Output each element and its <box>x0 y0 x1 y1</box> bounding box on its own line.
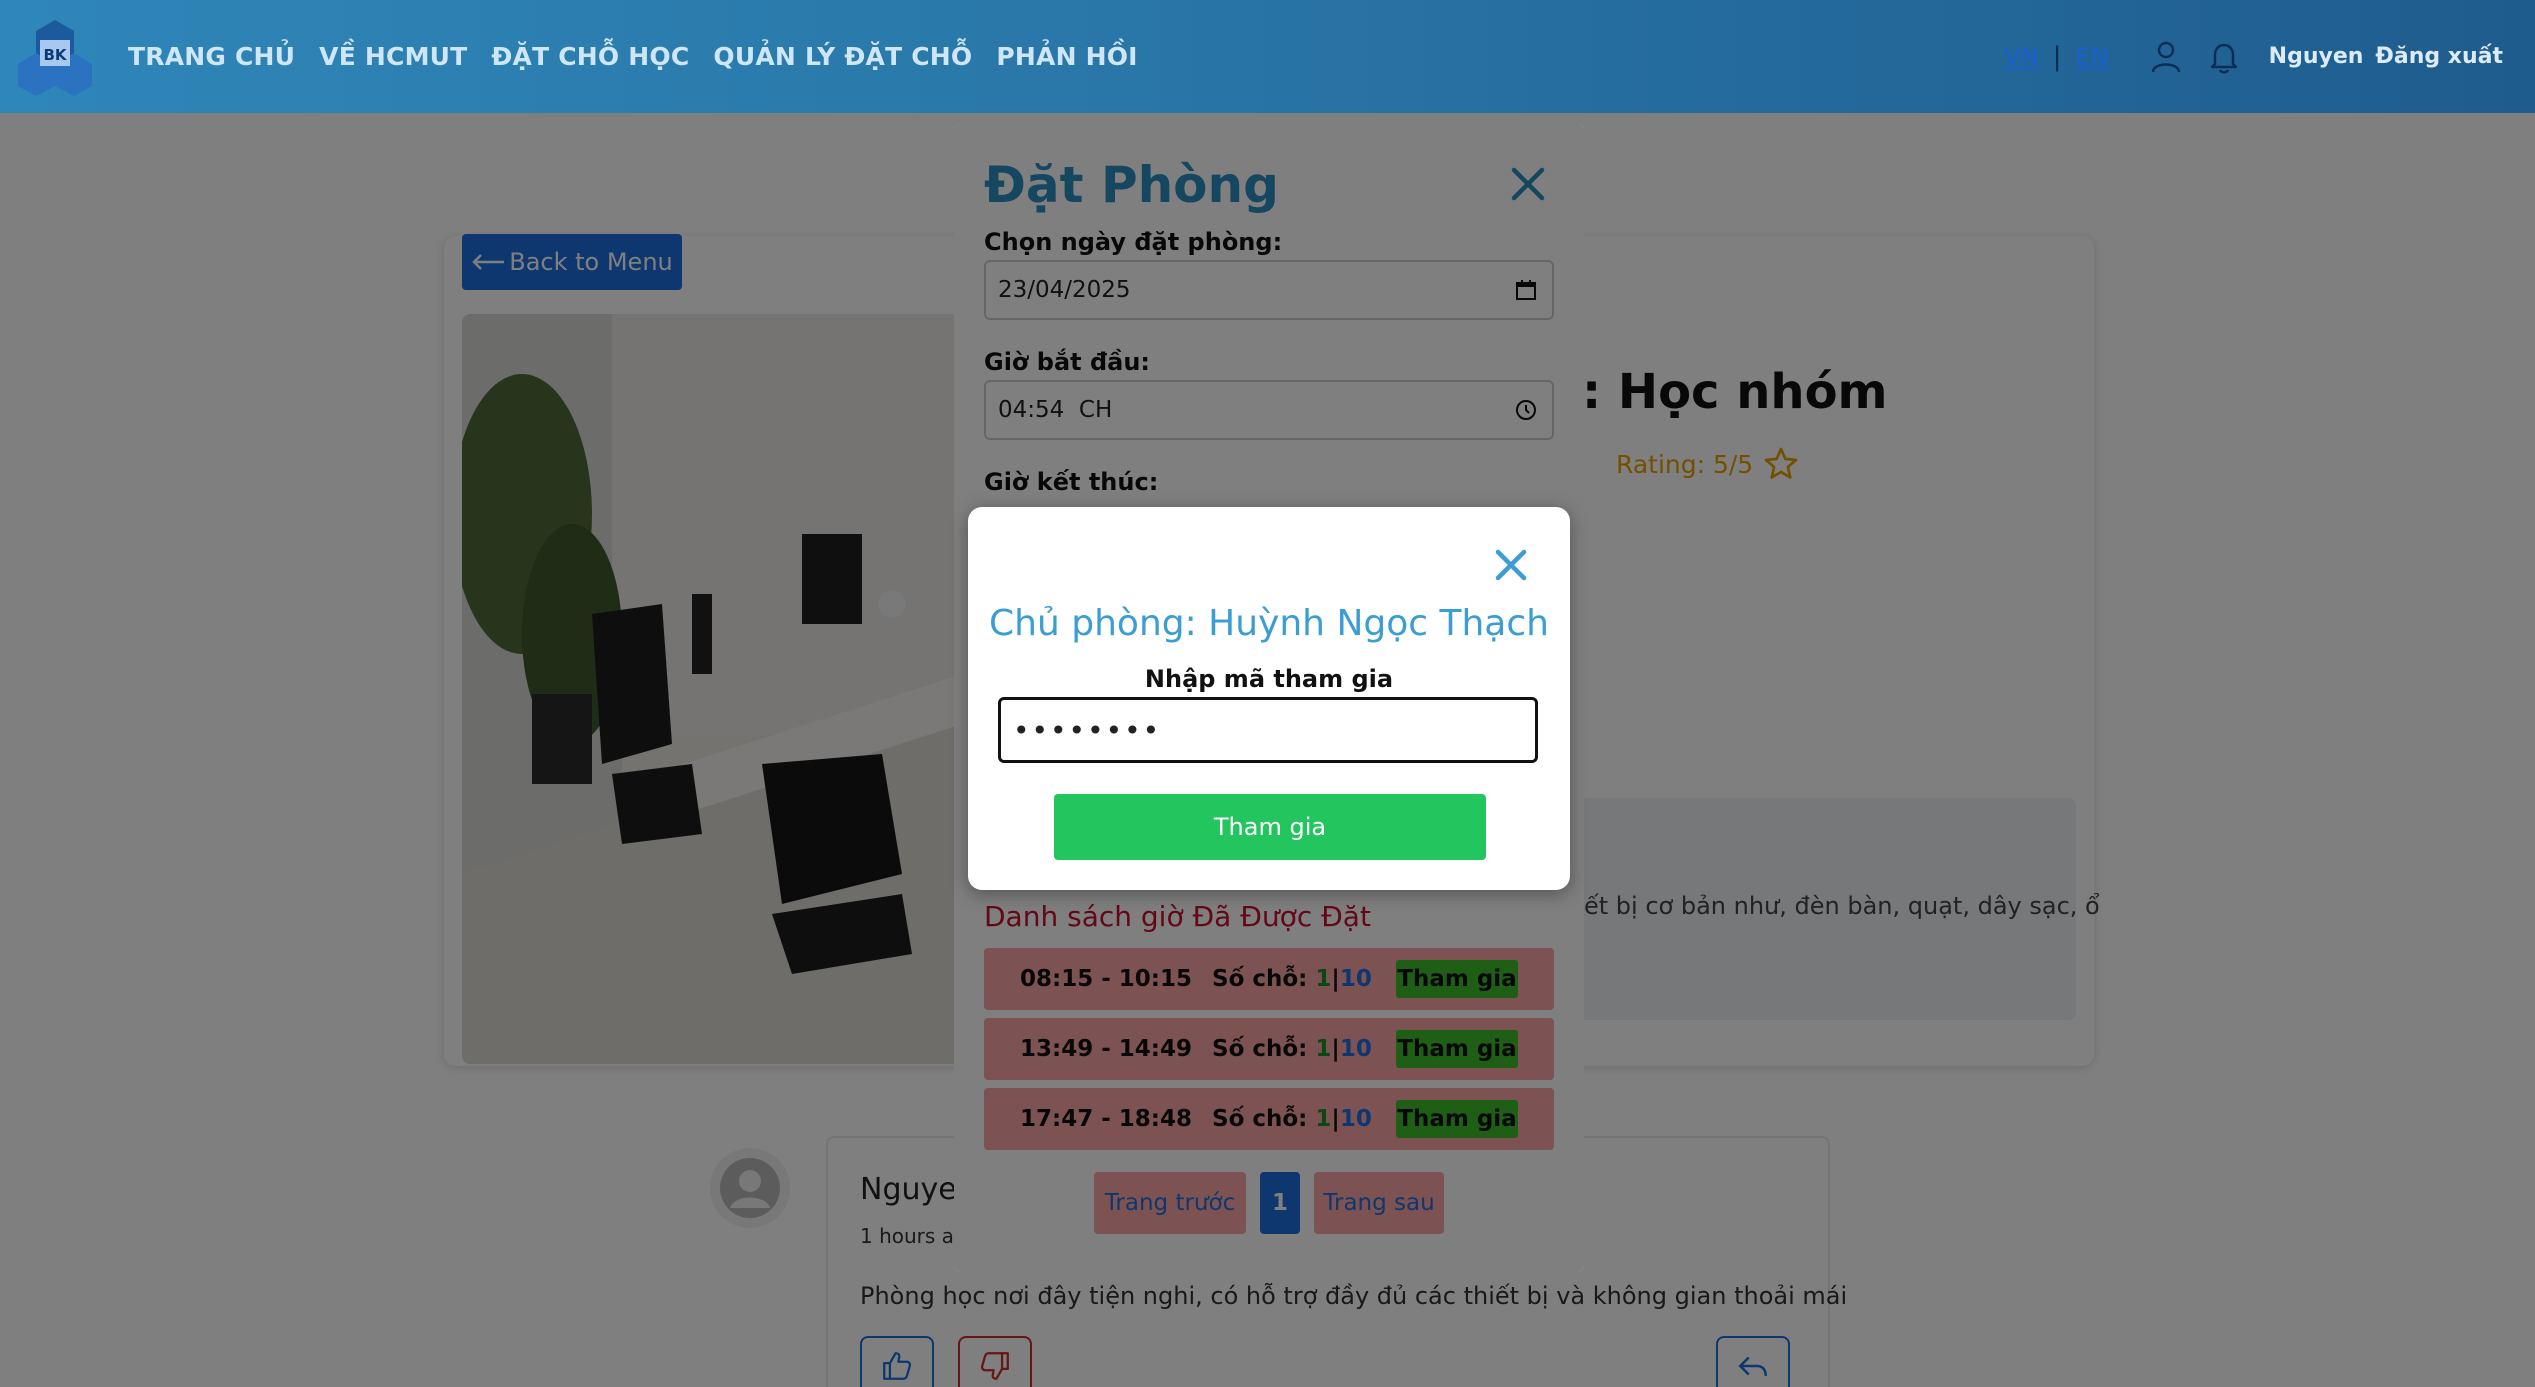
logout-button[interactable]: Đăng xuất <box>2375 44 2503 69</box>
lang-en-link[interactable]: EN <box>2076 43 2109 71</box>
nav-booking[interactable]: ĐẶT CHỖ HỌC <box>491 42 689 71</box>
svg-text:BK: BK <box>43 46 67 64</box>
nav-about[interactable]: VỀ HCMUT <box>319 42 467 71</box>
join-code-label: Nhập mã tham gia <box>1144 665 1394 693</box>
lang-separator: | <box>2052 41 2062 72</box>
join-button[interactable]: Tham gia <box>1054 794 1486 860</box>
lang-vn-link[interactable]: VN <box>2004 43 2038 71</box>
username-label: Nguyen <box>2268 44 2364 69</box>
close-icon[interactable] <box>1491 545 1531 585</box>
bk-logo-icon[interactable]: BK <box>16 18 94 96</box>
bell-icon[interactable] <box>2207 40 2241 74</box>
room-owner-title: Chủ phòng: Huỳnh Ngọc Thạch <box>989 603 1549 644</box>
top-navbar: BK TRANG CHỦ VỀ HCMUT ĐẶT CHỖ HỌC QUẢN L… <box>0 0 2535 113</box>
join-code-input[interactable]: •••••••• <box>998 697 1538 763</box>
main-nav: TRANG CHỦ VỀ HCMUT ĐẶT CHỖ HỌC QUẢN LÝ Đ… <box>128 0 1138 113</box>
user-icon[interactable] <box>2149 40 2183 74</box>
join-room-dialog: Chủ phòng: Huỳnh Ngọc Thạch Nhập mã tham… <box>968 507 1570 890</box>
header-right: VN | EN Nguyen Đăng xuất <box>2004 0 2503 113</box>
nav-manage-booking[interactable]: QUẢN LÝ ĐẶT CHỖ <box>713 42 972 71</box>
nav-home[interactable]: TRANG CHỦ <box>128 42 295 71</box>
nav-feedback[interactable]: PHẢN HỒI <box>996 42 1137 71</box>
